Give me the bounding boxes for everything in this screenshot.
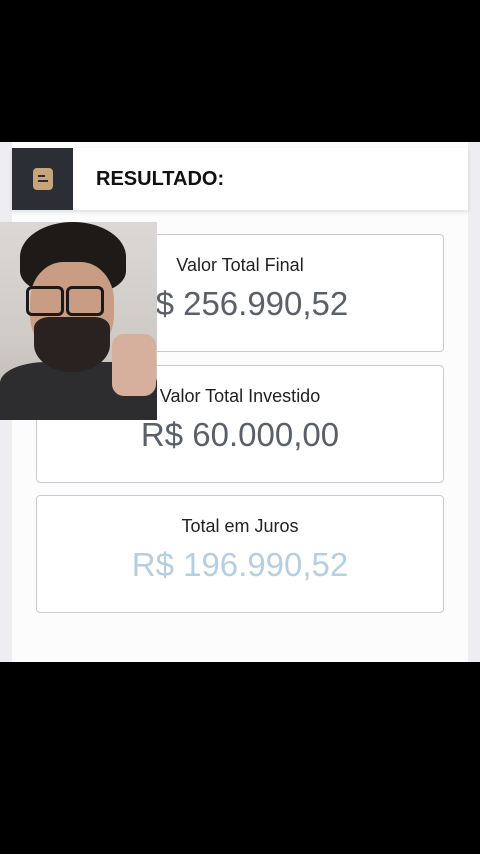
person-hand (112, 334, 156, 396)
result-label: Total em Juros (181, 516, 299, 536)
result-card-interest: Total em Juros R$ 196.990,52 (36, 495, 444, 613)
result-value: R$ 60.000,00 (140, 416, 340, 453)
result-header: RESULTADO: (12, 148, 468, 210)
result-title: RESULTADO: (96, 168, 225, 190)
document-icon (32, 168, 53, 190)
webcam-overlay (0, 222, 157, 420)
header-icon-box (12, 148, 73, 210)
person-beard (34, 317, 110, 372)
glasses-right (66, 286, 104, 316)
result-value: R$ 196.990,52 (131, 546, 349, 583)
glasses-left (26, 286, 64, 316)
